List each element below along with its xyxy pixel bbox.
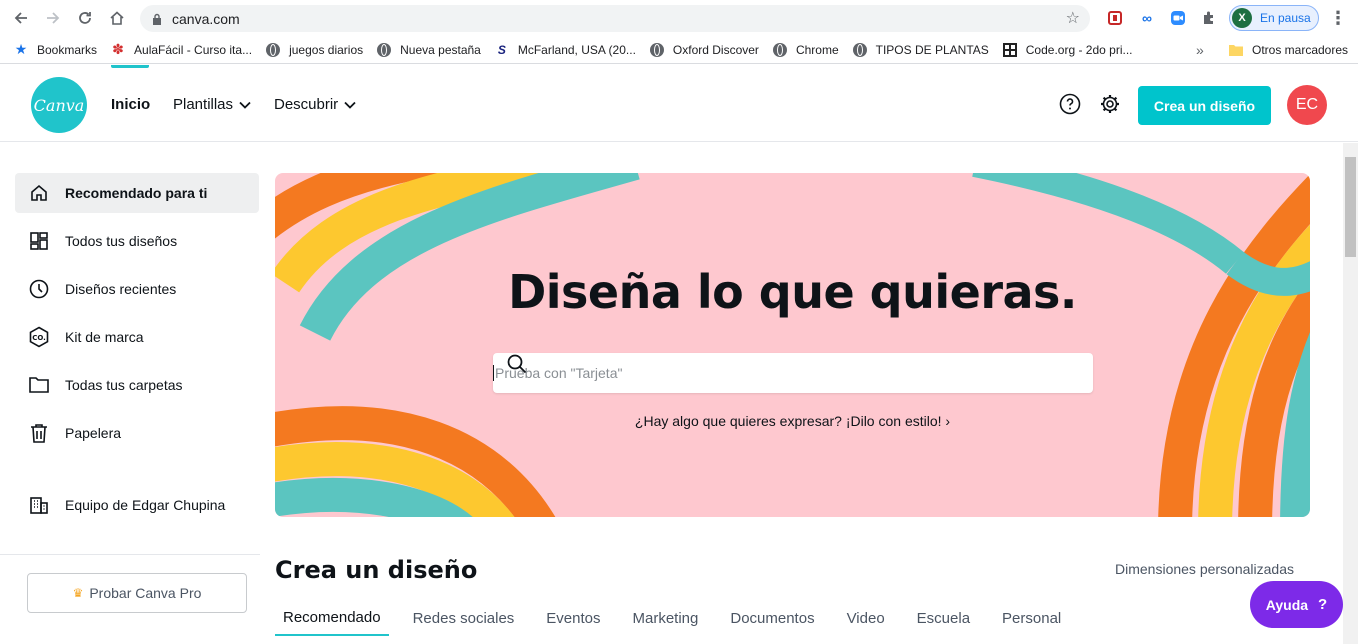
- canva-logo[interactable]: Canva: [31, 77, 87, 133]
- hero-banner: Diseña lo que quieras. ¿Hay algo que qui…: [275, 173, 1310, 517]
- zoom-extension-icon[interactable]: [1166, 6, 1190, 30]
- app-header: Canva Inicio Plantillas Descubrir Crea u…: [0, 65, 1358, 142]
- nav-descubrir[interactable]: Descubrir: [274, 96, 356, 113]
- custom-dimensions-link[interactable]: Dimensiones personalizadas: [1115, 561, 1294, 577]
- rainbow-decoration: [275, 173, 1310, 517]
- help-button[interactable]: Ayuda ?: [1250, 581, 1343, 628]
- gear-icon[interactable]: [1099, 93, 1121, 115]
- other-bookmarks[interactable]: Otros marcadores: [1228, 42, 1348, 58]
- bookmark-item[interactable]: Nueva pestaña: [376, 42, 481, 58]
- tab-video[interactable]: Video: [839, 600, 893, 636]
- page-scrollbar[interactable]: [1343, 143, 1358, 644]
- tab-redes-sociales[interactable]: Redes sociales: [405, 600, 523, 636]
- sidebar-item-recomendado[interactable]: Recomendado para ti: [15, 173, 259, 213]
- profile-button[interactable]: X En pausa: [1229, 5, 1319, 31]
- home-icon: [28, 182, 50, 204]
- brand-kit-icon: CO.: [28, 326, 50, 348]
- bookmark-item[interactable]: S McFarland, USA (20...: [494, 42, 636, 58]
- scrollbar-thumb[interactable]: [1345, 157, 1356, 257]
- browser-toolbar: canva.com ☆ ∞ X En pausa ⋮: [0, 0, 1358, 36]
- url-text: canva.com: [172, 10, 240, 27]
- question-mark-icon: ?: [1318, 596, 1328, 613]
- lock-icon: [153, 13, 161, 25]
- building-icon: [28, 494, 50, 516]
- sidebar-item-equipo[interactable]: Equipo de Edgar Chupina: [15, 485, 259, 525]
- hero-inspiration-link[interactable]: ¿Hay algo que quieres expresar? ¡Dilo co…: [275, 413, 1310, 429]
- tab-personal[interactable]: Personal: [994, 600, 1069, 636]
- tab-escuela[interactable]: Escuela: [909, 600, 978, 636]
- active-nav-indicator: [111, 65, 149, 68]
- chevron-down-icon: [344, 101, 356, 109]
- bookmark-item[interactable]: juegos diarios: [265, 42, 363, 58]
- bookmarks-bar: ★ Bookmarks ✽ AulaFácil - Curso ita... j…: [0, 36, 1358, 64]
- home-browser-icon[interactable]: [102, 3, 132, 33]
- bookmark-item[interactable]: TIPOS DE PLANTAS: [852, 42, 989, 58]
- design-category-tabs: Recomendado Redes sociales Eventos Marke…: [275, 600, 1085, 638]
- globe-icon: [265, 42, 281, 58]
- bookmark-item[interactable]: Oxford Discover: [649, 42, 759, 58]
- section-title: Crea un diseño: [275, 556, 478, 584]
- search-input[interactable]: [493, 365, 1033, 381]
- tab-recomendado[interactable]: Recomendado: [275, 600, 389, 636]
- globe-icon: [852, 42, 868, 58]
- search-icon: [507, 354, 527, 374]
- bookmark-item[interactable]: Code.org - 2do pri...: [1002, 42, 1133, 58]
- more-bookmarks-chevron[interactable]: »: [1196, 42, 1204, 58]
- folder-icon: [28, 374, 50, 396]
- svg-text:CO.: CO.: [32, 334, 46, 342]
- design-search-box[interactable]: [493, 353, 1093, 393]
- globe-icon: [649, 42, 665, 58]
- puzzle-extensions-icon[interactable]: [1197, 6, 1221, 30]
- tab-eventos[interactable]: Eventos: [538, 600, 608, 636]
- sidebar-item-papelera[interactable]: Papelera: [15, 413, 259, 453]
- reload-icon[interactable]: [70, 3, 100, 33]
- globe-icon: [376, 42, 392, 58]
- bookmark-item[interactable]: Chrome: [772, 42, 839, 58]
- sidebar-item-carpetas[interactable]: Todas tus carpetas: [15, 365, 259, 405]
- back-arrow-icon[interactable]: [6, 3, 36, 33]
- hero-title: Diseña lo que quieras.: [508, 265, 1077, 319]
- star-icon: ★: [14, 41, 28, 57]
- chevron-down-icon: [239, 101, 251, 109]
- sidebar-divider: [0, 554, 260, 555]
- excel-icon: X: [1232, 8, 1252, 28]
- address-bar[interactable]: canva.com ☆: [140, 5, 1090, 32]
- forward-arrow-icon[interactable]: [38, 3, 68, 33]
- bookmark-star-icon[interactable]: ☆: [1066, 8, 1080, 28]
- aulafacil-icon: ✽: [112, 41, 124, 57]
- bookmark-item[interactable]: ★ Bookmarks: [13, 41, 97, 58]
- help-circle-icon[interactable]: [1059, 93, 1081, 115]
- extension-infinity-icon[interactable]: ∞: [1135, 6, 1159, 30]
- bookmark-item[interactable]: ✽ AulaFácil - Curso ita...: [110, 41, 252, 58]
- try-canva-pro-button[interactable]: ♛ Probar Canva Pro: [27, 573, 247, 613]
- create-design-button[interactable]: Crea un diseño: [1138, 86, 1271, 125]
- extension-shield-icon[interactable]: [1103, 6, 1127, 30]
- folder-icon: [1228, 42, 1244, 58]
- sidebar-item-kit-marca[interactable]: CO. Kit de marca: [15, 317, 259, 357]
- avatar[interactable]: EC: [1287, 85, 1327, 125]
- browser-menu-icon[interactable]: ⋮: [1326, 6, 1350, 30]
- code-org-icon: [1002, 42, 1018, 58]
- grid-icon: [28, 230, 50, 252]
- site-icon: S: [497, 42, 506, 57]
- trash-icon: [28, 422, 50, 444]
- tab-marketing[interactable]: Marketing: [625, 600, 707, 636]
- nav-inicio[interactable]: Inicio: [111, 96, 150, 113]
- nav-plantillas[interactable]: Plantillas: [173, 96, 251, 113]
- sidebar-item-recientes[interactable]: Diseños recientes: [15, 269, 259, 309]
- crown-icon: ♛: [72, 586, 84, 600]
- profile-status-label: En pausa: [1260, 11, 1311, 25]
- tab-documentos[interactable]: Documentos: [722, 600, 822, 636]
- globe-icon: [772, 42, 788, 58]
- clock-icon: [28, 278, 50, 300]
- sidebar-item-todos-disenos[interactable]: Todos tus diseños: [15, 221, 259, 261]
- sidebar: Recomendado para ti Todos tus diseños Di…: [0, 143, 270, 644]
